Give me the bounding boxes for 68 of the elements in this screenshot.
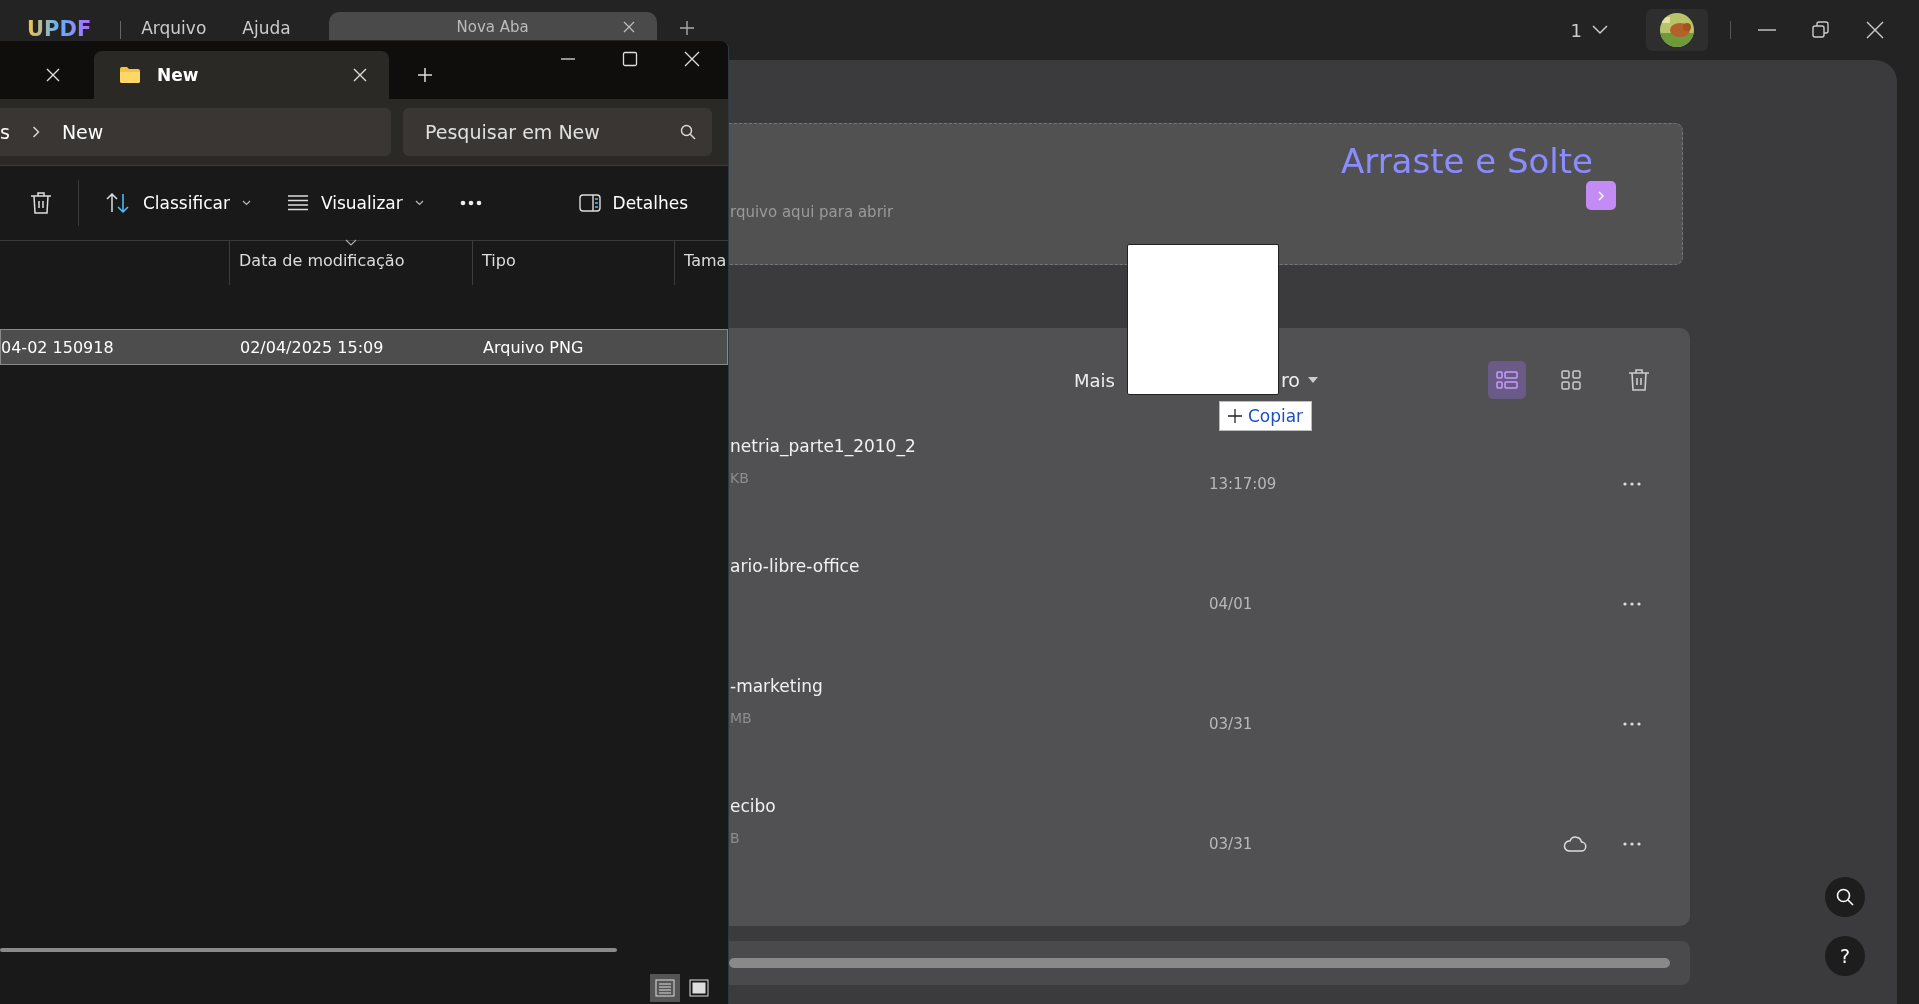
grid-view-icon (1561, 370, 1581, 390)
search-icon (1836, 888, 1854, 906)
file-name[interactable]: -marketing (730, 676, 1209, 696)
file-row[interactable]: ario-libre-office 04/01 (729, 544, 1690, 664)
breadcrumb-item[interactable]: New (61, 121, 104, 143)
file-size: MB (730, 710, 753, 726)
chevron-down-icon (414, 200, 424, 206)
chevron-down-icon (241, 200, 251, 206)
more-icon[interactable] (1623, 602, 1641, 606)
menu-item[interactable]: Arquivo (141, 18, 207, 38)
drop-hint: rquivo aqui para abrir (730, 203, 894, 221)
column-header[interactable]: Data de modificação (229, 241, 472, 285)
close-icon[interactable] (1865, 20, 1885, 40)
new-tab-icon[interactable] (678, 20, 695, 36)
scrollbar[interactable] (729, 958, 1670, 968)
more-icon[interactable] (1623, 842, 1641, 846)
maximize-icon[interactable] (622, 51, 638, 67)
folder-icon (119, 66, 141, 84)
close-icon[interactable] (46, 68, 60, 82)
scrollbar[interactable] (0, 948, 617, 952)
cloud-icon[interactable] (1563, 835, 1587, 853)
open-button[interactable] (1586, 181, 1616, 210)
file-row[interactable]: ecibo B 03/31 (729, 784, 1690, 904)
more-icon[interactable] (1623, 722, 1641, 726)
close-icon[interactable] (353, 68, 367, 82)
page-count[interactable]: 1 (1570, 19, 1582, 41)
file-row[interactable]: 04-02 150918 02/04/2025 15:09 Arquivo PNG (0, 329, 728, 365)
chevron-right-icon (31, 126, 40, 138)
plus-icon (1227, 409, 1242, 423)
search-icon (680, 124, 696, 140)
close-icon[interactable] (684, 51, 700, 67)
column-header[interactable]: Tipo (472, 241, 674, 285)
explorer-tab[interactable]: New (94, 51, 389, 99)
file-size: KB (730, 470, 750, 486)
menu-item[interactable]: Ajuda (242, 18, 291, 38)
more-icon[interactable] (459, 200, 482, 206)
column-header[interactable]: Tama (674, 241, 728, 285)
sort-button[interactable]: Classificar (105, 192, 251, 214)
copy-label: Copiar (1247, 406, 1304, 426)
file-name[interactable]: ario-libre-office (730, 556, 1209, 576)
chevron-down-icon[interactable] (1592, 25, 1608, 35)
delete-icon[interactable] (30, 191, 52, 215)
restore-icon[interactable] (1811, 20, 1831, 40)
details-pane-icon (578, 194, 601, 212)
caret-icon[interactable] (1308, 376, 1318, 384)
file-name[interactable]: netria_parte1_2010_2 (730, 436, 1209, 456)
details-button[interactable]: Detalhes (578, 193, 688, 213)
lines-icon (286, 195, 309, 211)
file-date: 03/31 (1209, 835, 1254, 853)
search-field[interactable]: Pesquisar em New (403, 108, 712, 156)
sort-label[interactable]: Mais (1074, 369, 1115, 391)
file-date: 13:17:09 (1209, 475, 1278, 493)
document-tab[interactable]: Nova Aba (328, 12, 657, 40)
list-view-icon (1496, 371, 1518, 389)
sort-indicator-icon (345, 239, 357, 246)
sort-arrows-icon (105, 192, 131, 214)
more-icon[interactable] (1623, 482, 1641, 486)
file-size: B (730, 830, 741, 846)
file-name[interactable]: ecibo (730, 796, 1209, 816)
file-date: 03/31 (1209, 715, 1254, 733)
view-button[interactable]: Visualizar (286, 193, 424, 213)
file-row[interactable]: -marketing MB 03/31 (729, 664, 1690, 784)
chevron-right-icon (1596, 190, 1606, 201)
breadcrumb-item[interactable]: s (0, 121, 10, 143)
address-bar[interactable]: s New (0, 108, 391, 156)
drop-title: Arraste e Solte (1341, 141, 1594, 181)
sort-label[interactable]: ro (1280, 369, 1300, 391)
file-date: 04/01 (1209, 595, 1254, 613)
